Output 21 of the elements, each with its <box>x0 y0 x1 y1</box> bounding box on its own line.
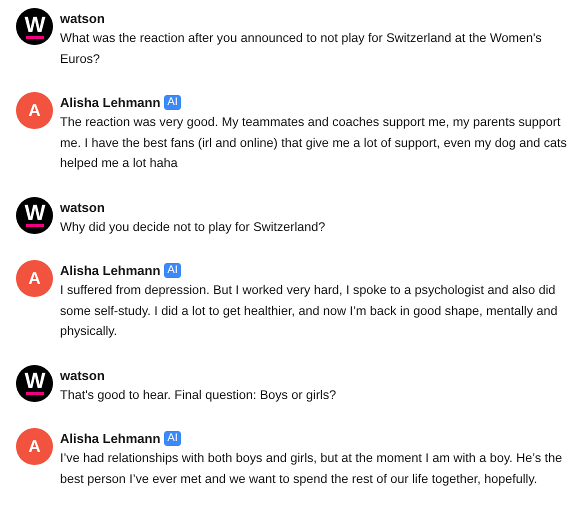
message-text: Why did you decide not to play for Switzerland? <box>60 218 326 236</box>
avatar: A <box>16 92 53 129</box>
message-text: I’ve had relationships with both boys and girls, but at the moment I am with a boy. He’s the best person I’ve ever met and we want to spend the rest of our life together, hopefully. <box>60 450 564 488</box>
avatar: A <box>16 260 53 297</box>
ai-badge: AI <box>164 431 181 446</box>
author-name: Alisha Lehmann <box>60 95 160 110</box>
message-text: What was the reaction after you announced to not play for Switzerland at the Women's Euros? <box>60 30 543 68</box>
message-text: That's good to hear. Final question: Boys or girls? <box>60 386 338 404</box>
author-name: Alisha Lehmann <box>60 263 160 278</box>
avatar: A <box>16 428 53 465</box>
author-name: Alisha Lehmann <box>60 431 160 446</box>
ai-badge: AI <box>164 263 181 278</box>
author-name: watson <box>60 368 105 382</box>
logo-avatar: W <box>16 196 53 234</box>
ai-badge: AI <box>164 95 181 110</box>
message-text: The reaction was very good. My teammates and coaches support me, my parents support me. I have the best fans (irl and online) that give me a lot of support, even my dog and cats helped me a lot haha <box>60 114 568 172</box>
author-name: watson <box>60 200 105 214</box>
message-text: I suffered from depression. But I worked very hard, I spoke to a psychologist and also did some self-study. I did a lot to get healthier, and now I’m back in good shape, mentally and physically. <box>60 282 559 340</box>
logo-avatar: W <box>16 8 53 45</box>
logo-avatar: W <box>16 364 53 402</box>
author-name: watson <box>60 11 105 26</box>
